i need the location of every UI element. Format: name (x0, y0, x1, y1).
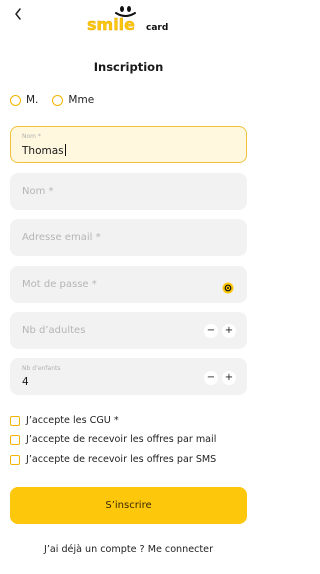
login-link[interactable]: J’ai déjà un compte ? Me connecter (0, 544, 257, 555)
text-caret (64, 144, 66, 156)
radio-circle-icon (10, 94, 21, 106)
page-title: Inscription (93, 60, 164, 74)
field-placeholder: Mot de passe * (22, 279, 97, 290)
minus-button[interactable]: − (204, 324, 218, 338)
checkbox-icon (10, 454, 20, 465)
logo-word: smile (87, 15, 135, 34)
checkbox-offers-mail[interactable]: J’accepte de recevoir les offres par mai… (10, 434, 216, 445)
checkbox-label: J’accepte de recevoir les offres par SMS (26, 454, 217, 465)
field-placeholder: Adresse email * (22, 232, 101, 243)
children-stepper[interactable]: Nb d’enfants 4 − + (10, 358, 247, 395)
checkbox-offers-sms[interactable]: J’accepte de recevoir les offres par SMS (10, 454, 216, 465)
field-label: Nom * (22, 133, 41, 140)
radio-label: M. (26, 94, 39, 106)
radio-madame[interactable]: Mme (52, 94, 94, 106)
field-placeholder: Nom * (22, 186, 54, 197)
email-field[interactable]: Adresse email * (10, 219, 247, 256)
chevron-left-icon[interactable] (14, 8, 26, 22)
plus-button[interactable]: + (222, 371, 236, 385)
checkbox-icon (10, 415, 20, 426)
checkbox-label: J’accepte de recevoir les offres par mai… (26, 434, 217, 445)
plus-button[interactable]: + (222, 324, 236, 338)
eye-icon[interactable] (222, 279, 234, 294)
logo-suffix: card (146, 23, 168, 33)
minus-button[interactable]: − (204, 371, 218, 385)
stepper-controls: − + (200, 324, 236, 338)
field-placeholder: Nb d’adultes (22, 325, 86, 336)
checkbox-icon (10, 434, 20, 445)
last-name-field[interactable]: Nom * (10, 173, 247, 210)
radio-label: Mme (68, 94, 95, 106)
checkbox-cgu[interactable]: J’accepte les CGU * (10, 415, 119, 426)
field-label: Nb d’enfants (22, 365, 61, 372)
stepper-controls: − + (200, 371, 236, 385)
first-name-field[interactable]: Nom * Thomas (10, 126, 247, 163)
password-field[interactable]: Mot de passe * (10, 266, 247, 303)
civility-group: M. Mme (10, 94, 108, 106)
checkbox-label: J’accepte les CGU * (26, 415, 119, 426)
radio-monsieur[interactable]: M. (10, 94, 38, 106)
radio-circle-icon (52, 94, 64, 106)
field-value: 4 (22, 376, 29, 388)
field-value: Thomas (22, 144, 66, 157)
submit-button[interactable]: S’inscrire (10, 487, 247, 524)
adults-stepper[interactable]: Nb d’adultes − + (10, 312, 247, 349)
smilecard-logo: smile card (86, 2, 172, 34)
header: smile card (0, 0, 257, 40)
